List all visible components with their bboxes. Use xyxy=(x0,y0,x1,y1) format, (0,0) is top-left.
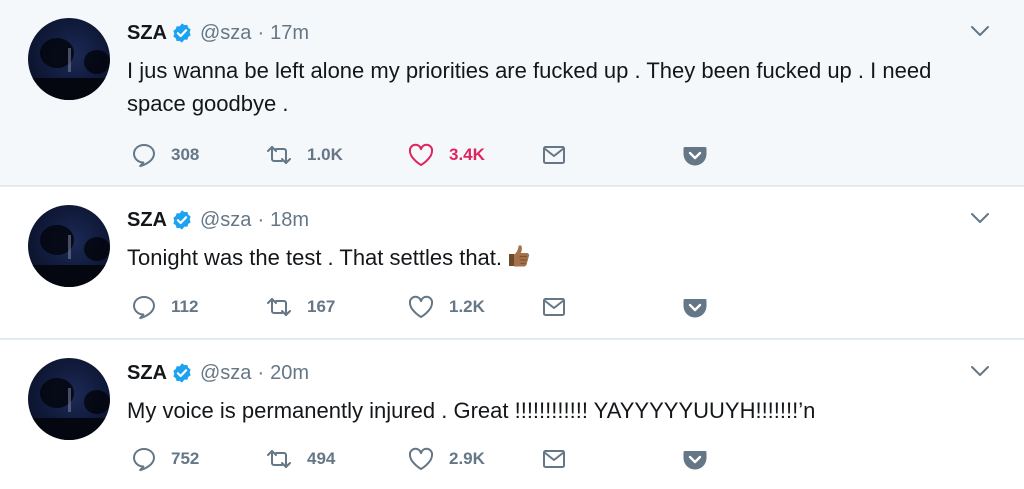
reply-button[interactable]: 308 xyxy=(131,140,199,170)
tweet-text: Tonight was the test . That settles that… xyxy=(127,245,503,270)
reply-icon xyxy=(133,296,155,320)
envelope-icon xyxy=(543,298,565,316)
reply-icon xyxy=(133,144,155,168)
tweet-actions: 308 1.0K 3.4K xyxy=(131,140,731,170)
pocket-icon xyxy=(683,299,707,318)
reply-count: 308 xyxy=(171,145,200,164)
retweet-button[interactable]: 494 xyxy=(265,444,335,474)
verified-badge-icon xyxy=(173,210,191,230)
retweet-count: 167 xyxy=(307,297,336,316)
separator-dot: · xyxy=(257,361,265,384)
user-handle[interactable]: @sza xyxy=(200,209,251,232)
display-name[interactable]: SZA xyxy=(127,362,167,385)
reply-button[interactable]: 112 xyxy=(131,292,198,322)
timestamp[interactable]: 20m xyxy=(270,362,309,385)
direct-message-button[interactable] xyxy=(540,444,568,474)
thumbs-up-icon xyxy=(509,245,530,267)
retweet-icon xyxy=(267,450,291,468)
retweet-icon xyxy=(267,146,291,164)
tweet-text: I jus wanna be left alone my priorities … xyxy=(127,58,932,116)
tweet-text-container: Tonight was the test . That settles that… xyxy=(127,241,987,274)
verified-badge-icon xyxy=(173,23,191,43)
more-actions-button[interactable] xyxy=(681,292,709,322)
tweet-actions: 752 494 2.9K xyxy=(131,444,731,474)
retweet-count: 494 xyxy=(307,449,336,468)
direct-message-button[interactable] xyxy=(540,292,568,322)
verified-badge-icon xyxy=(173,363,191,383)
tweet[interactable]: SZA @sza · 18m Tonight was the test . Th… xyxy=(0,187,1024,339)
avatar[interactable] xyxy=(28,205,110,287)
pocket-icon xyxy=(683,451,707,470)
chevron-down-icon[interactable] xyxy=(970,211,990,225)
tweet-header: SZA @sza · 18m xyxy=(127,206,309,234)
display-name[interactable]: SZA xyxy=(127,209,167,232)
like-button[interactable]: 2.9K xyxy=(407,444,485,474)
timeline: SZA @sza · 17m I jus wanna be left alone… xyxy=(0,0,1024,489)
separator-dot: · xyxy=(257,21,265,44)
heart-icon xyxy=(408,447,434,470)
tweet-header: SZA @sza · 17m xyxy=(127,19,309,47)
avatar[interactable] xyxy=(28,358,110,440)
reply-count: 752 xyxy=(171,449,200,468)
more-actions-button[interactable] xyxy=(681,444,709,474)
like-button[interactable]: 1.2K xyxy=(407,292,485,322)
tweet-actions: 112 167 1.2K xyxy=(131,292,731,322)
like-count: 3.4K xyxy=(449,145,485,164)
reply-icon xyxy=(133,448,155,472)
tweet-header: SZA @sza · 20m xyxy=(127,359,309,387)
chevron-down-icon[interactable] xyxy=(970,24,990,38)
like-button[interactable]: 3.4K xyxy=(407,140,485,170)
reply-count: 112 xyxy=(171,297,199,316)
separator-dot: · xyxy=(257,208,265,231)
timestamp[interactable]: 18m xyxy=(270,209,309,232)
pocket-icon xyxy=(683,147,707,166)
retweet-icon xyxy=(267,298,291,316)
timestamp[interactable]: 17m xyxy=(270,22,309,45)
envelope-icon xyxy=(543,450,565,468)
like-count: 2.9K xyxy=(449,449,485,468)
tweet[interactable]: SZA @sza · 17m I jus wanna be left alone… xyxy=(0,0,1024,186)
display-name[interactable]: SZA xyxy=(127,22,167,45)
like-count: 1.2K xyxy=(449,297,485,316)
direct-message-button[interactable] xyxy=(540,140,568,170)
retweet-button[interactable]: 1.0K xyxy=(265,140,343,170)
heart-icon xyxy=(408,295,434,318)
tweet[interactable]: SZA @sza · 20m My voice is permanently i… xyxy=(0,340,1024,489)
more-actions-button[interactable] xyxy=(681,140,709,170)
envelope-icon xyxy=(543,146,565,164)
user-handle[interactable]: @sza xyxy=(200,22,251,45)
heart-icon xyxy=(408,143,434,166)
user-handle[interactable]: @sza xyxy=(200,362,251,385)
chevron-down-icon[interactable] xyxy=(970,364,990,378)
avatar[interactable] xyxy=(28,18,110,100)
retweet-count: 1.0K xyxy=(307,145,343,164)
tweet-text: My voice is permanently injured . Great … xyxy=(127,398,816,423)
reply-button[interactable]: 752 xyxy=(131,444,199,474)
retweet-button[interactable]: 167 xyxy=(265,292,335,322)
